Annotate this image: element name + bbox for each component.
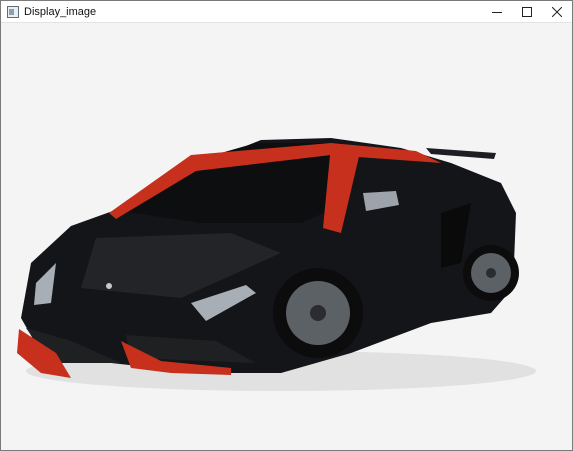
maximize-button[interactable]: [512, 1, 542, 22]
close-icon: [552, 6, 562, 17]
minimize-button[interactable]: [482, 1, 512, 22]
close-button[interactable]: [542, 1, 572, 22]
image-window: Display_image: [0, 0, 573, 451]
window-title: Display_image: [24, 5, 97, 18]
title-bar[interactable]: Display_image: [1, 1, 572, 23]
app-icon: [7, 5, 19, 18]
image-canvas: [1, 23, 572, 450]
minimize-icon: [492, 11, 502, 13]
car-image: [17, 138, 536, 391]
maximize-icon: [522, 6, 532, 17]
